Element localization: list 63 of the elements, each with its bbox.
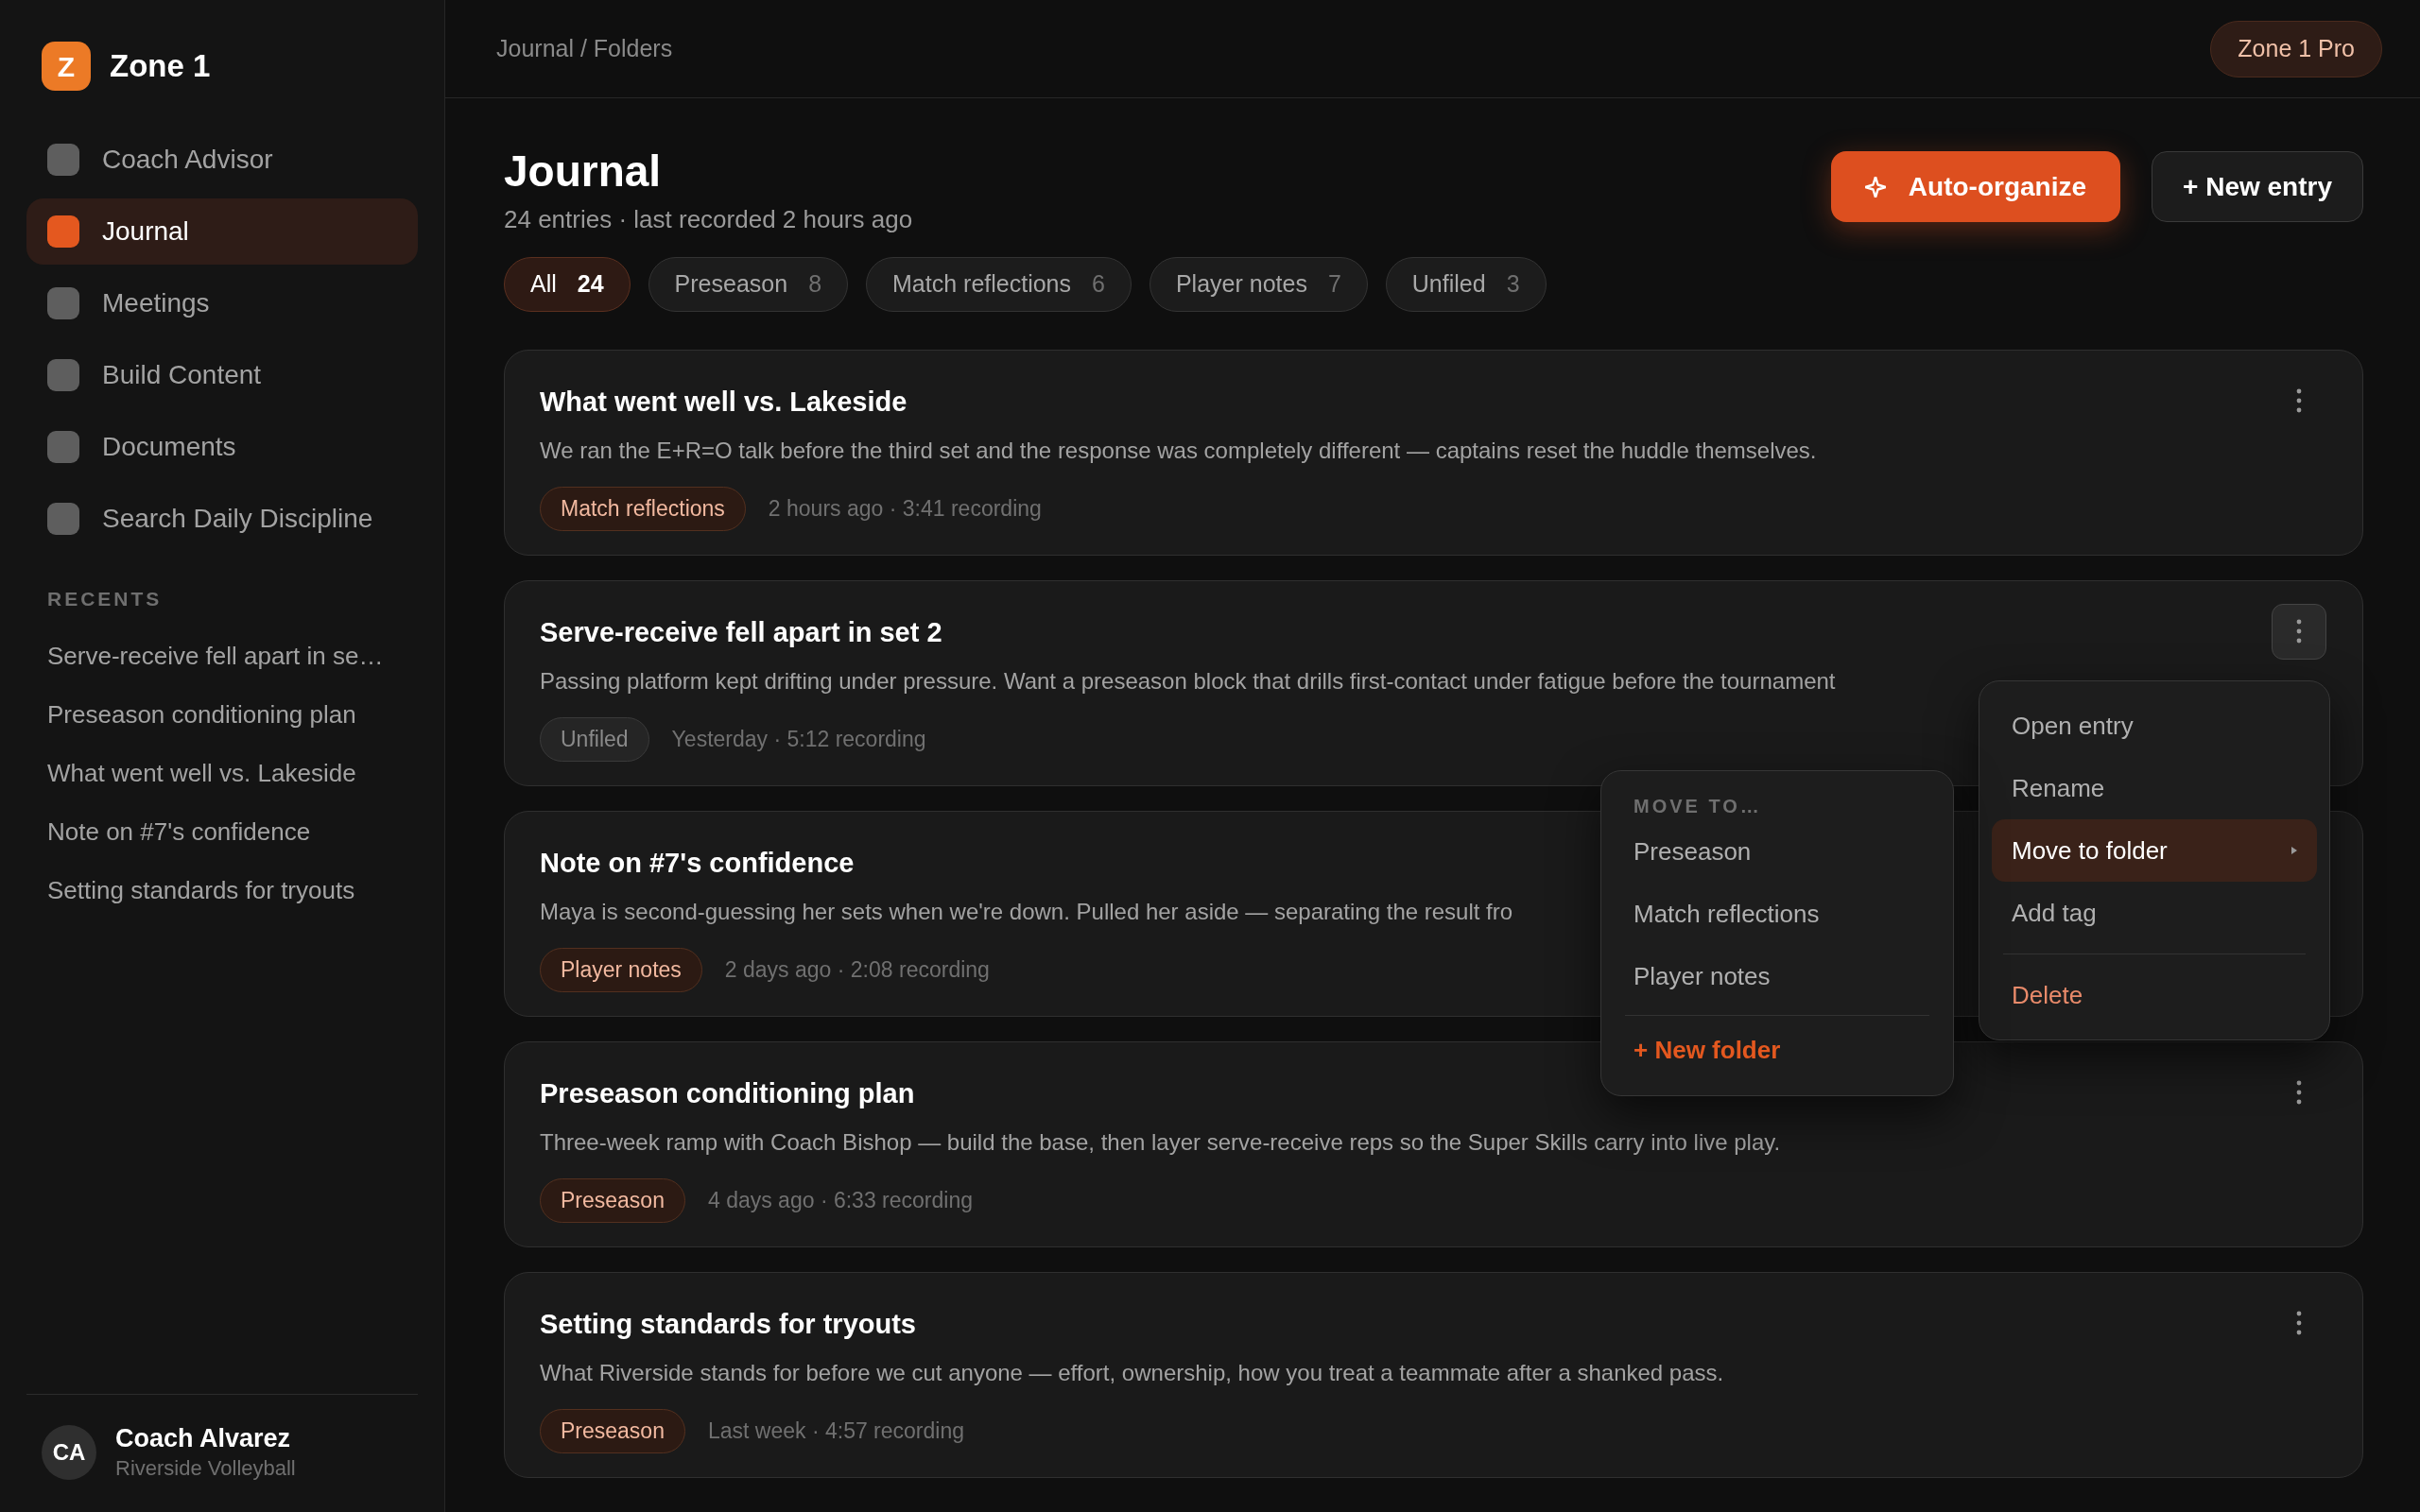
nav-item[interactable]: Coach Advisor xyxy=(26,127,418,193)
more-icon xyxy=(2296,619,2302,644)
entry-meta: Last week · 4:57 recording xyxy=(707,1418,964,1446)
entry-meta: 2 hours ago · 3:41 recording xyxy=(768,495,1042,524)
menu-item[interactable]: Move to folder xyxy=(1992,819,2317,882)
nav-item[interactable]: Meetings xyxy=(26,270,418,336)
entry-meta: 2 days ago · 2:08 recording xyxy=(724,956,990,985)
recent-item[interactable]: Note on #7's confidence xyxy=(47,802,418,862)
recent-item[interactable]: What went well vs. Lakeside xyxy=(47,744,418,803)
entry-meta: Yesterday · 5:12 recording xyxy=(671,726,926,754)
entry-meta: 4 days ago · 6:33 recording xyxy=(707,1187,973,1215)
recent-item[interactable]: Setting standards for tryouts xyxy=(47,861,418,920)
more-button[interactable] xyxy=(2272,603,2326,660)
entry-title: Note on #7's confidence xyxy=(540,846,855,880)
nav-item[interactable]: Journal xyxy=(26,198,418,265)
filter-chip[interactable]: Match reflections 6 xyxy=(866,256,1132,312)
avatar: CA xyxy=(42,1425,96,1480)
entry-title: What went well vs. Lakeside xyxy=(540,385,908,419)
folder-tag: Preseason xyxy=(540,1409,685,1454)
nav-item[interactable]: Documents xyxy=(26,414,418,480)
page-subtitle: 24 entries · last recorded 2 hours ago xyxy=(504,203,913,235)
logo-icon: Z xyxy=(42,42,91,91)
entry-description: Passing platform kept drifting under pressure. Want a preseason block that drills first-contact under fatigue before the tournament xyxy=(540,667,1836,696)
menu-item[interactable]: Add tag xyxy=(1992,882,2317,944)
entry-title: Preseason conditioning plan xyxy=(540,1076,915,1110)
menu-item[interactable]: Player notes xyxy=(1614,945,1941,1007)
menu-item[interactable]: Match reflections xyxy=(1614,883,1941,945)
sparkle-icon xyxy=(1864,176,1886,198)
more-icon xyxy=(2296,388,2302,414)
page-title: Journal xyxy=(504,147,663,196)
section-heading: RECENTS xyxy=(47,587,164,611)
auto-organize-button[interactable]: Auto-organize xyxy=(1830,151,2121,222)
more-icon xyxy=(2296,1080,2302,1106)
entry-description: Maya is second-guessing her sets when we're down. Pulled her aside — separating the result fro xyxy=(540,898,1513,927)
user-name: Coach Alvarez xyxy=(115,1423,292,1455)
folder-tag: Match reflections xyxy=(540,487,746,532)
filter-chip[interactable]: Unfiled 3 xyxy=(1385,256,1547,312)
recent-item[interactable]: Preseason conditioning plan xyxy=(47,685,418,745)
nav-item[interactable]: Build Content xyxy=(26,342,418,408)
folder-tag: Unfiled xyxy=(540,717,649,763)
filter-chip[interactable]: Preseason 8 xyxy=(648,256,849,312)
entry-title: Serve-receive fell apart in set 2 xyxy=(540,615,942,649)
plan-badge: Zone 1 Pro xyxy=(2210,20,2382,77)
breadcrumb[interactable]: Journal / Folders xyxy=(496,30,673,67)
entry-card[interactable]: What went well vs. Lakeside We ran the E+R=O talk before the third set and the response was completely different — captains reset the huddle themselves. Match reflections 2 hours ago · 3:41 recording xyxy=(504,349,2363,556)
entry-description: We ran the E+R=O talk before the third set and the response was completely different — captains reset the huddle themselves. xyxy=(540,437,1817,466)
folder-tag: Preseason xyxy=(540,1178,685,1224)
menu-item[interactable]: Preseason xyxy=(1614,820,1941,883)
entry-title: Setting standards for tryouts xyxy=(540,1307,916,1341)
entry-description: Three-week ramp with Coach Bishop — build the base, then layer serve-receive reps so the Super Skills carry into live play. xyxy=(540,1128,1781,1158)
more-icon xyxy=(2296,1311,2302,1336)
recent-item[interactable]: Serve-receive fell apart in se… xyxy=(47,627,418,686)
team-name: Riverside Volleyball xyxy=(115,1455,296,1482)
nav-item[interactable]: Search Daily Discipline xyxy=(26,486,418,552)
submenu-arrow-icon xyxy=(2291,847,2297,854)
new-entry-button[interactable]: + New entry xyxy=(2152,151,2363,222)
brand-name: Zone 1 xyxy=(110,47,211,86)
menu-item[interactable]: Open entry xyxy=(1992,695,2317,757)
entry-description: What Riverside stands for before we cut anyone — effort, ownership, how you treat a teammate after a shanked pass. xyxy=(540,1359,1724,1388)
entry-card[interactable]: Setting standards for tryouts What Riverside stands for before we cut anyone — effort, ownership, how you treat a teammate after a shanked pass. Preseason Last week · 4:57 recording xyxy=(504,1271,2363,1478)
folder-tag: Player notes xyxy=(540,948,702,993)
filter-chip[interactable]: All 24 xyxy=(504,256,631,312)
filter-chip[interactable]: Player notes 7 xyxy=(1149,256,1368,312)
